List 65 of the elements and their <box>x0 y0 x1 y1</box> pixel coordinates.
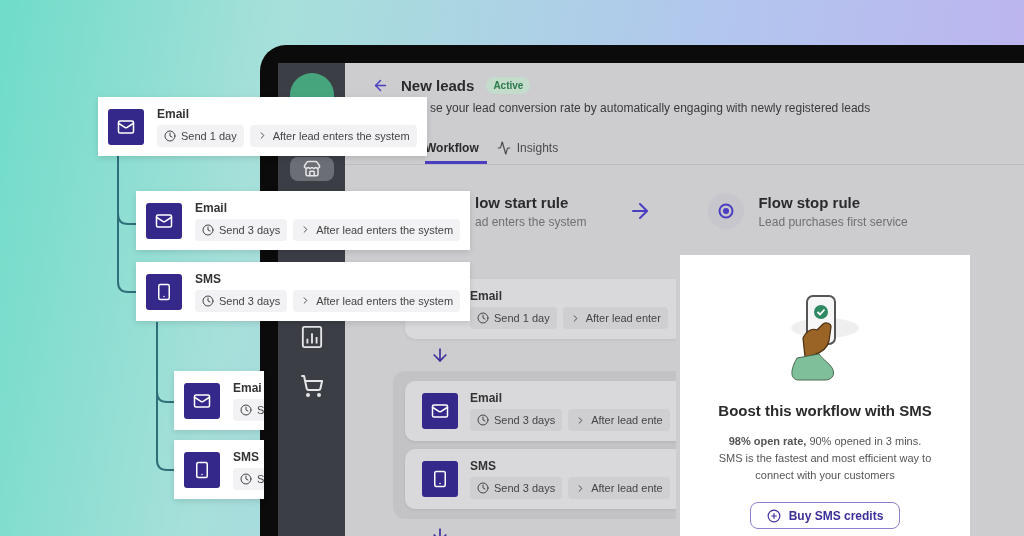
flow-step-card[interactable]: Emai S <box>174 371 264 430</box>
app-logo[interactable] <box>289 73 334 97</box>
tab[interactable]: Insights <box>496 135 567 164</box>
stop-icon <box>708 193 745 229</box>
flow-step-card[interactable]: Email Send 3 days After lead enters the system <box>136 191 470 250</box>
trend-icon <box>496 141 511 155</box>
clock-icon <box>202 294 214 307</box>
clock-icon <box>477 312 489 324</box>
step-title: Email <box>470 289 503 303</box>
store-icon <box>302 160 321 178</box>
clock-icon <box>164 129 176 142</box>
clock-icon <box>240 472 252 485</box>
sidebar-item[interactable] <box>289 157 334 181</box>
promo-text: 98% open rate, 90% opened in 3 mins. <box>727 434 923 449</box>
step-title: SMS <box>195 271 222 286</box>
trigger-chip: After lead ente <box>568 409 670 431</box>
trigger-chip: After lead enters the system <box>293 289 461 312</box>
delay-chip: Send 3 days <box>195 218 288 241</box>
smartphone-icon <box>431 470 449 488</box>
trigger-chip: After lead enters the system <box>293 218 461 241</box>
page-title: New leads <box>401 77 475 94</box>
step-title: Email <box>195 200 228 215</box>
clock-icon <box>240 403 252 416</box>
rule-subtitle: ad enters the system <box>475 214 587 229</box>
step-title: SMS <box>470 459 497 473</box>
step-title: Emai <box>233 380 263 395</box>
status-badge: Active <box>486 77 531 94</box>
delay-chip: Send 1 day <box>157 124 244 147</box>
step-title: Email <box>157 106 190 121</box>
page-description: se your lead conversion rate by automatically engaging with newly registered leads <box>429 101 872 115</box>
mail-icon <box>431 402 449 420</box>
cart-icon <box>299 374 324 398</box>
smartphone-icon <box>193 460 211 479</box>
delay-chip: Send 1 day <box>470 307 557 329</box>
mail-icon <box>193 391 211 410</box>
trigger-chip: After lead ente <box>568 477 670 499</box>
delay-chip: S <box>233 467 264 490</box>
rule-title: Flow stop rule <box>758 193 862 211</box>
rule-title: low start rule <box>475 193 570 211</box>
delay-chip: Send 3 days <box>470 409 563 431</box>
plus-circle-icon <box>766 508 781 523</box>
connector-line <box>117 155 137 225</box>
promo-title: Boost this workflow with SMS <box>718 402 932 419</box>
mail-icon <box>117 117 135 136</box>
clock-icon <box>477 482 489 494</box>
trigger-chip: After lead enter <box>562 307 668 329</box>
flow-step-card[interactable]: SMS S <box>174 440 264 499</box>
smartphone-icon <box>155 282 173 301</box>
bar-chart-icon <box>300 326 323 348</box>
promo-text: SMS is the fastest and most efficient way to connect with your customers <box>717 451 933 483</box>
delay-chip: Send 3 days <box>195 289 288 312</box>
step-title: SMS <box>233 449 260 464</box>
flow-step-card[interactable]: SMS Send 3 days After lead enters the system <box>136 262 470 321</box>
buy-sms-credits-button[interactable]: Buy SMS credits <box>749 502 901 529</box>
step-card[interactable]: SMS Send 3 days After lead ente <box>405 449 676 509</box>
mail-icon <box>155 211 173 230</box>
step-card[interactable]: Email Send 3 days After lead ente <box>405 381 676 441</box>
rule-subtitle: Lead purchases first service <box>758 214 908 229</box>
delay-chip: Send 3 days <box>470 477 563 499</box>
flow-step-card[interactable]: Email Send 1 day After lead enters the system <box>98 97 427 156</box>
clock-icon <box>202 223 214 236</box>
step-title: Email <box>470 391 503 405</box>
clock-icon <box>477 414 489 426</box>
delay-chip: S <box>233 398 264 421</box>
trigger-chip: After lead enters the system <box>249 124 417 147</box>
